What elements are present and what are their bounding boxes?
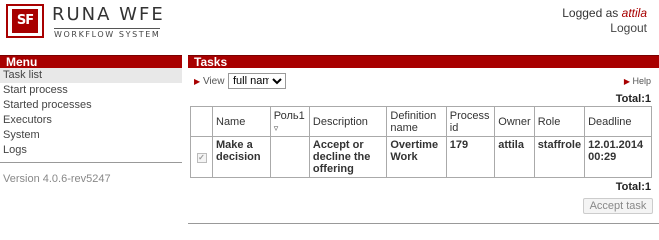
column-header-deadline[interactable]: Deadline <box>584 106 652 137</box>
cell-definition-name: Overtime Work <box>386 136 447 178</box>
triangle-right-icon: ▶ <box>623 77 630 86</box>
help-label: Help <box>632 76 651 86</box>
logged-as-label: Logged as <box>562 6 619 20</box>
sidebar-menu: Menu Task list Start process Started pro… <box>0 55 182 185</box>
table-row[interactable]: ✓ Make a decision Accept or decline the … <box>190 136 652 178</box>
cell-description: Accept or decline the offering <box>308 136 388 178</box>
page-title: Tasks <box>188 55 659 69</box>
column-header-description[interactable]: Description <box>308 106 388 137</box>
bottom-divider <box>188 223 659 224</box>
accept-task-button[interactable]: Accept task <box>583 198 653 214</box>
row-checkbox-cell: ✓ <box>190 136 213 178</box>
sidebar-item-start-process[interactable]: Start process <box>0 83 182 98</box>
tasks-table: Name Роль1 ▿ Description Definition name… <box>190 106 652 178</box>
toolbar: ▶ View full name ▶ Help <box>188 72 659 92</box>
sidebar-item-executors[interactable]: Executors <box>0 113 182 128</box>
tasks-panel: Tasks ▶ View full name ▶ Help Total:1 Na… <box>188 55 659 224</box>
logo-subtitle: WORKFLOW SYSTEM <box>54 28 161 39</box>
sidebar-item-system[interactable]: System <box>0 128 182 143</box>
triangle-right-icon: ▶ <box>194 77 201 86</box>
column-header-select <box>190 106 213 137</box>
logo-mark: SF <box>6 4 46 40</box>
cell-deadline: 12.01.2014 00:29 <box>584 136 652 178</box>
view-label: View <box>202 76 225 87</box>
cell-name[interactable]: Make a decision <box>212 136 271 178</box>
cell-process-id: 179 <box>445 136 496 178</box>
help-link[interactable]: ▶ Help <box>624 76 651 86</box>
cell-owner: attila <box>494 136 535 178</box>
column-header-definition-name[interactable]: Definition name <box>386 106 447 137</box>
sidebar-item-logs[interactable]: Logs <box>0 143 182 158</box>
logged-as: Logged as attila <box>562 6 647 21</box>
sidebar-item-task-list[interactable]: Task list <box>0 68 182 83</box>
column-header-role[interactable]: Role <box>533 106 586 137</box>
row-checkbox[interactable]: ✓ <box>196 153 207 163</box>
view-toggle[interactable]: ▶ View <box>194 76 224 87</box>
username: attila <box>621 6 647 20</box>
total-count-top: Total:1 <box>615 93 651 105</box>
column-header-process-id[interactable]: Process id <box>445 106 496 137</box>
column-header-name[interactable]: Name <box>212 106 271 137</box>
version-label: Version 4.0.6-rev5247 <box>3 173 111 185</box>
column-header-owner[interactable]: Owner <box>494 106 535 137</box>
logout-link[interactable]: Logout <box>562 21 647 36</box>
column-header-role1[interactable]: Роль1 ▿ <box>269 106 310 137</box>
view-select[interactable]: full name <box>228 73 286 89</box>
total-count-bottom: Total:1 <box>615 181 651 193</box>
filter-icon[interactable]: ▿ <box>274 123 279 133</box>
logo: SF RUNA WFE WORKFLOW SYSTEM <box>4 2 194 42</box>
user-box: Logged as attila Logout <box>562 6 647 36</box>
table-header-row: Name Роль1 ▿ Description Definition name… <box>190 106 652 137</box>
logo-title: RUNA WFE <box>52 4 165 25</box>
sidebar-item-started-processes[interactable]: Started processes <box>0 98 182 113</box>
menu-title: Menu <box>0 55 182 69</box>
cell-role1 <box>269 136 310 178</box>
menu-divider <box>0 162 182 163</box>
cell-role: staffrole <box>533 136 586 178</box>
